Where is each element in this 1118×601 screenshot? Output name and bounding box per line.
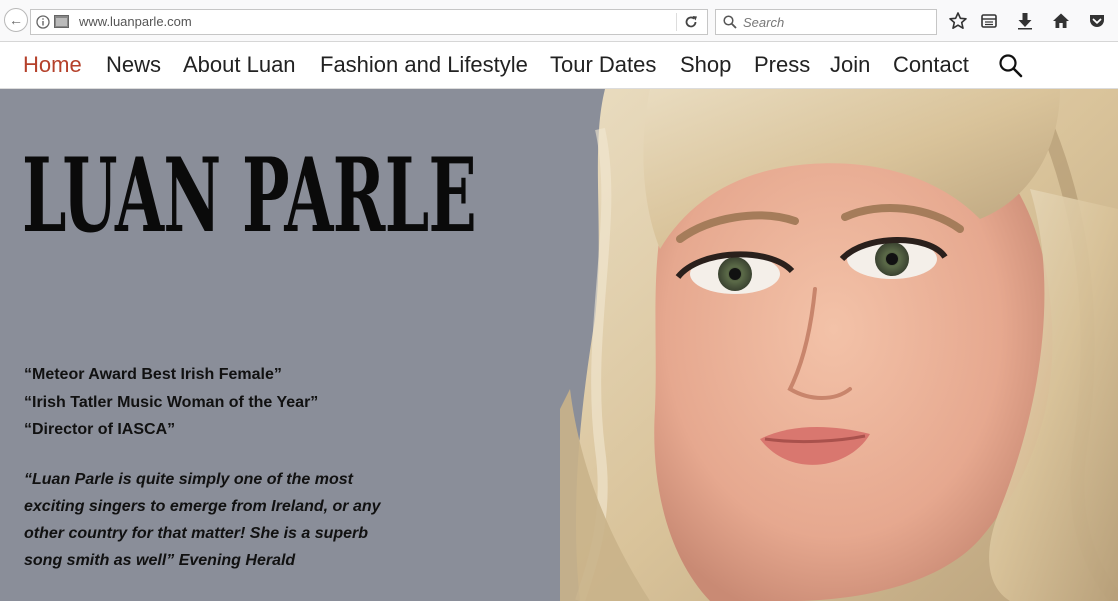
url-bar[interactable]: www.luanparle.com [30,9,708,35]
award-item: “Meteor Award Best Irish Female” [24,366,282,383]
search-icon[interactable] [998,53,1023,78]
page-icon [54,15,69,28]
nav-item-home[interactable]: Home [23,52,82,78]
pocket-icon[interactable] [1087,11,1107,31]
reading-list-icon[interactable] [979,11,999,31]
press-quote: “Luan Parle is quite simply one of the m… [24,471,381,569]
url-text[interactable]: www.luanparle.com [79,14,192,29]
artist-portrait [560,89,1118,601]
url-separator [676,13,677,31]
info-icon[interactable] [36,15,50,29]
nav-item-join[interactable]: Join [830,52,870,78]
search-icon [723,15,737,29]
nav-item-news[interactable]: News [106,52,161,78]
download-icon[interactable] [1015,11,1035,31]
nav-item-tour-dates[interactable]: Tour Dates [550,52,656,78]
reload-icon[interactable] [683,14,699,30]
awards-list: “Meteor Award Best Irish Female” “Irish … [24,361,318,444]
site-title: LUAN PARLE [22,136,477,256]
back-arrow-icon[interactable]: ← [4,8,28,32]
browser-toolbar: ← www.luanparle.com Search [0,0,1118,42]
search-placeholder[interactable]: Search [743,15,784,30]
award-item: “Irish Tatler Music Woman of the Year” [24,393,319,411]
nav-item-contact[interactable]: Contact [893,52,969,78]
search-bar[interactable]: Search [715,9,937,35]
nav-item-shop[interactable]: Shop [680,52,731,78]
home-icon[interactable] [1051,11,1071,31]
hero-banner: LUAN PARLE “Meteor Award Best Irish Fema… [0,89,1118,601]
star-icon[interactable] [948,11,968,31]
nav-item-press[interactable]: Press [754,52,810,78]
award-item: “Director of IASCA” [24,421,176,438]
nav-item-fashion-and-lifestyle[interactable]: Fashion and Lifestyle [320,52,528,78]
nav-item-about-luan[interactable]: About Luan [183,52,296,78]
site-navigation: Home News About Luan Fashion and Lifesty… [0,42,1118,89]
